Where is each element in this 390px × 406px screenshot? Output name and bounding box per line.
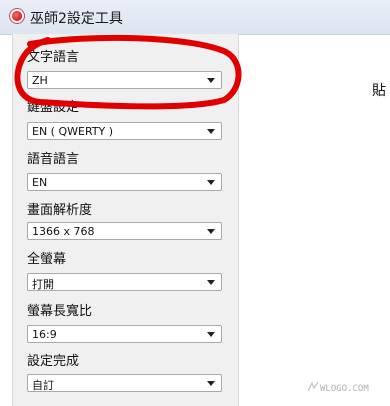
- watermark-logo-icon: [307, 381, 319, 392]
- chevron-down-icon: [207, 332, 215, 337]
- settings-panel: 文字語言 ZH 鍵盤設定 EN ( QWERTY ) 語音語言 EN 畫面解析度…: [12, 34, 239, 406]
- chevron-down-icon: [207, 129, 215, 134]
- aspect-ratio-label: 螢幕長寬比: [27, 304, 93, 319]
- text-language-label: 文字語言: [27, 50, 80, 65]
- voice-language-label: 語音語言: [27, 152, 80, 167]
- chevron-down-icon: [207, 381, 215, 386]
- keyboard-setting-value: EN ( QWERTY ): [32, 125, 114, 138]
- setup-tool-window: 巫師2設定工具 文字語言 ZH 鍵盤設定 EN ( QWERTY ) 語音語言 …: [0, 0, 390, 406]
- resolution-select[interactable]: 1366 x 768: [27, 222, 222, 240]
- keyboard-setting-select[interactable]: EN ( QWERTY ): [27, 122, 222, 140]
- preset-label: 設定完成: [27, 354, 80, 369]
- side-label-fragment: 貼: [372, 83, 386, 99]
- chevron-down-icon: [207, 280, 215, 285]
- preset-value: 自訂: [32, 379, 54, 392]
- resolution-value: 1366 x 768: [32, 225, 95, 238]
- keyboard-setting-label: 鍵盤設定: [27, 100, 80, 115]
- window-title: 巫師2設定工具: [30, 11, 123, 27]
- chevron-down-icon: [207, 78, 215, 83]
- text-language-value: ZH: [32, 74, 48, 87]
- fullscreen-value: 打開: [32, 278, 54, 291]
- preset-select[interactable]: 自訂: [27, 374, 222, 392]
- title-bar: 巫師2設定工具: [0, 0, 390, 35]
- voice-language-select[interactable]: EN: [27, 173, 222, 191]
- voice-language-value: EN: [32, 176, 48, 189]
- fullscreen-label: 全螢幕: [27, 252, 67, 267]
- fullscreen-select[interactable]: 打開: [27, 273, 222, 291]
- chevron-down-icon: [207, 229, 215, 234]
- aspect-ratio-value: 16:9: [32, 328, 57, 341]
- text-language-select[interactable]: ZH: [27, 71, 222, 89]
- watermark-text: WLOGO.COM: [320, 384, 369, 394]
- app-icon: [12, 11, 22, 21]
- chevron-down-icon: [207, 180, 215, 185]
- resolution-label: 畫面解析度: [27, 203, 93, 218]
- aspect-ratio-select[interactable]: 16:9: [27, 325, 222, 343]
